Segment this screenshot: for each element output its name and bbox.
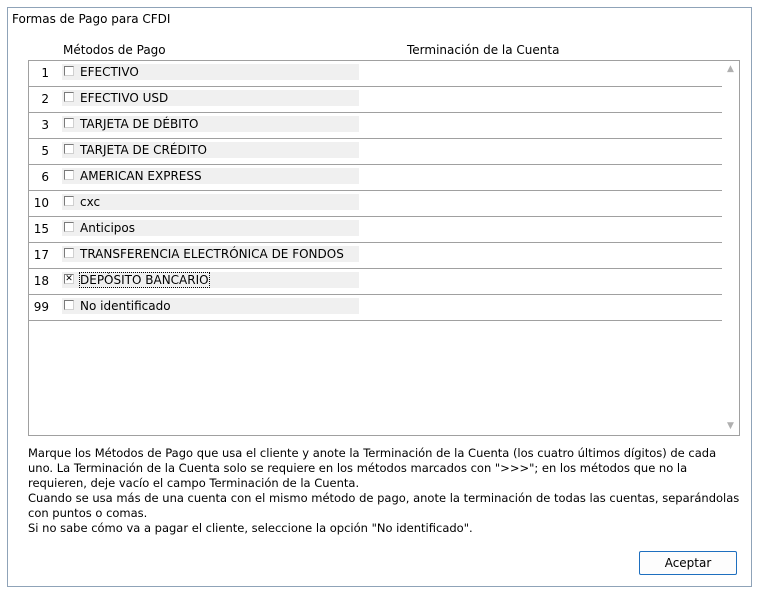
row-number: 99: [33, 300, 49, 314]
row-number: 1: [41, 66, 49, 80]
row-number: 3: [41, 118, 49, 132]
payment-method-checkbox[interactable]: [64, 248, 74, 258]
payment-method-field[interactable]: cxc: [62, 194, 359, 210]
table-row: 3 TARJETA DE DÉBITO: [29, 113, 723, 139]
payment-method-label[interactable]: DEPÓSITO BANCARIO: [79, 272, 210, 288]
dialog-title: Formas de Pago para CFDI: [12, 12, 171, 26]
payment-method-checkbox[interactable]: [64, 144, 74, 154]
payment-method-checkbox[interactable]: [64, 274, 74, 284]
payment-method-field[interactable]: AMERICAN EXPRESS: [62, 168, 359, 184]
row-number: 5: [41, 144, 49, 158]
help-text: Marque los Métodos de Pago que usa el cl…: [28, 446, 743, 536]
help-paragraph-2: Cuando se usa más de una cuenta con el m…: [28, 491, 740, 520]
payment-method-label[interactable]: EFECTIVO USD: [80, 91, 168, 105]
row-number: 17: [33, 248, 49, 262]
payment-method-checkbox[interactable]: [64, 118, 74, 128]
table-row: 17 TRANSFERENCIA ELECTRÓNICA DE FONDOS: [29, 243, 723, 269]
payment-method-label[interactable]: EFECTIVO: [80, 65, 139, 79]
row-number: 15: [33, 222, 49, 236]
help-paragraph-3: Si no sabe cómo va a pagar el cliente, s…: [28, 521, 473, 535]
column-header-termination: Terminación de la Cuenta: [407, 43, 560, 57]
row-number: 18: [33, 274, 49, 288]
table-row: 15 Anticipos: [29, 217, 723, 243]
table-row: 10 cxc: [29, 191, 723, 217]
payment-method-checkbox[interactable]: [64, 92, 74, 102]
payment-method-checkbox[interactable]: [64, 170, 74, 180]
payment-method-checkbox[interactable]: [64, 222, 74, 232]
payment-method-label[interactable]: TARJETA DE DÉBITO: [80, 117, 199, 131]
vertical-scrollbar[interactable]: ▲ ▼: [722, 61, 739, 435]
help-paragraph-1: Marque los Métodos de Pago que usa el cl…: [28, 446, 717, 490]
scroll-up-icon[interactable]: ▲: [722, 61, 739, 78]
payment-method-label[interactable]: TRANSFERENCIA ELECTRÓNICA DE FONDOS: [80, 247, 344, 261]
payment-method-field[interactable]: EFECTIVO USD: [62, 90, 359, 106]
payment-method-label[interactable]: TARJETA DE CRÉDITO: [80, 143, 207, 157]
payment-method-field[interactable]: No identificado: [62, 298, 359, 314]
payment-methods-list: 1 EFECTIVO 2 EFECTIVO USD 3 TARJETA DE DÉBITO…: [28, 60, 740, 436]
payment-method-field[interactable]: DEPÓSITO BANCARIO: [62, 272, 359, 288]
table-row: 5 TARJETA DE CRÉDITO: [29, 139, 723, 165]
row-number: 2: [41, 92, 49, 106]
payment-rows: 1 EFECTIVO 2 EFECTIVO USD 3 TARJETA DE DÉBITO…: [29, 61, 723, 321]
payment-method-label[interactable]: AMERICAN EXPRESS: [80, 169, 202, 183]
payment-method-checkbox[interactable]: [64, 196, 74, 206]
table-row: 18 DEPÓSITO BANCARIO: [29, 269, 723, 295]
payment-method-field[interactable]: Anticipos: [62, 220, 359, 236]
payment-method-label[interactable]: cxc: [80, 195, 100, 209]
row-number: 10: [33, 196, 49, 210]
payment-method-field[interactable]: TARJETA DE CRÉDITO: [62, 142, 359, 158]
accept-button[interactable]: Aceptar: [639, 551, 737, 575]
payment-method-label[interactable]: No identificado: [80, 299, 171, 313]
dialog-window: Formas de Pago para CFDI Métodos de Pago…: [7, 7, 752, 587]
payment-method-field[interactable]: EFECTIVO: [62, 64, 359, 80]
table-row: 99 No identificado: [29, 295, 723, 321]
column-header-methods: Métodos de Pago: [63, 43, 166, 57]
row-number: 6: [41, 170, 49, 184]
payment-method-label[interactable]: Anticipos: [80, 221, 135, 235]
table-row: 1 EFECTIVO: [29, 61, 723, 87]
table-row: 6 AMERICAN EXPRESS: [29, 165, 723, 191]
scroll-down-icon[interactable]: ▼: [722, 418, 739, 435]
table-row: 2 EFECTIVO USD: [29, 87, 723, 113]
payment-method-checkbox[interactable]: [64, 300, 74, 310]
payment-method-field[interactable]: TARJETA DE DÉBITO: [62, 116, 359, 132]
payment-method-field[interactable]: TRANSFERENCIA ELECTRÓNICA DE FONDOS: [62, 246, 359, 262]
payment-method-checkbox[interactable]: [64, 66, 74, 76]
